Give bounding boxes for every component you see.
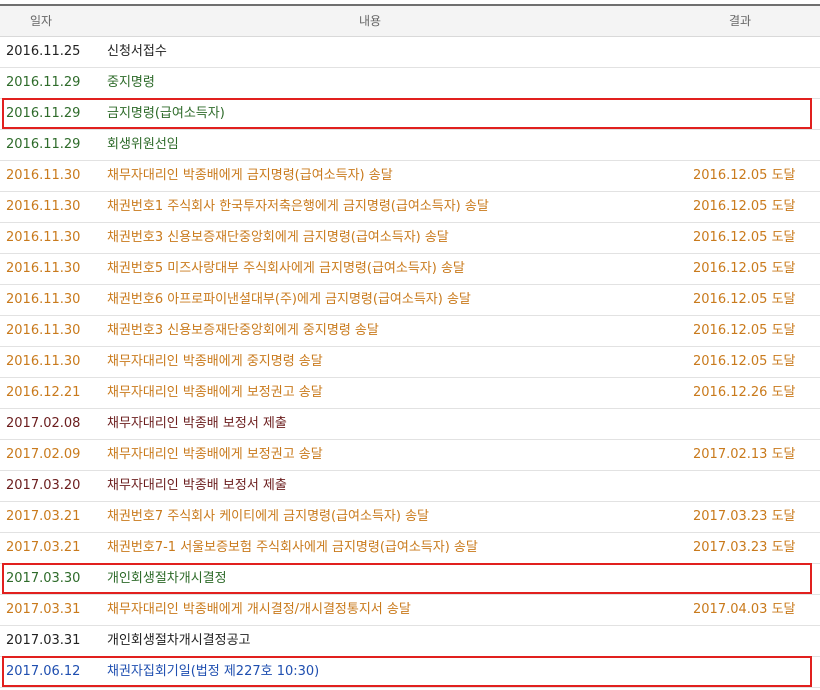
row-result [693,657,813,687]
row-date: 2016.11.29 [6,75,81,90]
row-result [693,564,813,594]
row-result: 2016.12.05 도달 [693,292,796,307]
row-result: 2016.12.05 도달 [693,168,796,183]
row-result: 2016.12.05 도달 [693,230,796,245]
table-row: 2017.03.20 채무자대리인 박종배 보정서 제출 [0,471,820,502]
row-result: 2016.12.26 도달 [693,385,796,400]
row-date: 2017.03.21 [6,540,81,555]
row-content[interactable]: 채무자대리인 박종배 보정서 제출 [107,409,687,439]
table-body: 2016.11.25 신청서접수 2016.11.29 중지명령 2016.11.29 금… [0,37,820,688]
row-content[interactable]: 회생위원선임 [107,130,687,160]
table-row: 2016.11.29 중지명령 [0,68,820,99]
row-content[interactable]: 채권번호6 아프로파이낸셜대부(주)에게 금지명령(급여소득자) 송달 [107,285,687,315]
table-row: 2016.11.25 신청서접수 [0,37,820,68]
row-content[interactable]: 채무자대리인 박종배에게 보정권고 송달 [107,378,687,408]
row-result: 2016.12.05 도달 [693,261,796,276]
row-date: 2016.11.29 [6,137,81,152]
row-content[interactable]: 금지명령(급여소득자) [107,99,687,129]
row-date: 2016.11.30 [6,292,81,307]
row-date: 2017.03.31 [6,602,81,617]
row-content[interactable]: 개인회생절차개시결정 [107,564,687,594]
row-date: 2017.03.31 [6,633,81,648]
row-date: 2017.02.09 [6,447,81,462]
table-row: 2017.02.08 채무자대리인 박종배 보정서 제출 [0,409,820,440]
table-row: 2017.03.31 개인회생절차개시결정공고 [0,626,820,657]
table-row: 2016.11.29 회생위원선임 [0,130,820,161]
row-content[interactable]: 중지명령 [107,68,687,98]
row-content[interactable]: 채권번호5 미즈사랑대부 주식회사에게 금지명령(급여소득자) 송달 [107,254,687,284]
case-progress-table: 일자 내용 결과 2016.11.25 신청서접수 2016.11.29 중지명령 20… [0,0,820,690]
header-content: 내용 [358,14,382,28]
row-date: 2016.11.30 [6,199,81,214]
row-result [693,471,813,501]
table-row: 2016.11.30 채무자대리인 박종배에게 중지명령 송달 2016.12.05… [0,347,820,378]
row-result [693,68,813,98]
table-row: 2016.11.30 채무자대리인 박종배에게 금지명령(급여소득자) 송달 201… [0,161,820,192]
row-date: 2017.03.21 [6,509,81,524]
row-content[interactable]: 채무자대리인 박종배에게 금지명령(급여소득자) 송달 [107,161,687,191]
table-row: 2017.03.30 개인회생절차개시결정 [0,563,820,595]
row-result: 2016.12.05 도달 [693,199,796,214]
row-date: 2016.11.30 [6,323,81,338]
header-result: 결과 [728,14,752,28]
row-result [693,130,813,160]
table-row: 2016.11.30 채권번호6 아프로파이낸셜대부(주)에게 금지명령(급여소득… [0,285,820,316]
row-content[interactable]: 채권번호1 주식회사 한국투자저축은행에게 금지명령(급여소득자) 송달 [107,192,687,222]
row-content[interactable]: 채권번호7-1 서울보증보험 주식회사에게 금지명령(급여소득자) 송달 [107,533,687,563]
table-header: 일자 내용 결과 [0,6,820,37]
row-result: 2017.03.23 도달 [693,509,796,524]
table-row: 2016.11.30 채권번호3 신용보증재단중앙회에게 중지명령 송달 2016.… [0,316,820,347]
header-date: 일자 [29,14,53,28]
row-result [693,409,813,439]
row-date: 2017.03.20 [6,478,81,493]
row-content[interactable]: 개인회생절차개시결정공고 [107,626,687,656]
table-row: 2016.12.21 채무자대리인 박종배에게 보정권고 송달 2016.12.26… [0,378,820,409]
table-row: 2016.11.29 금지명령(급여소득자) [0,98,820,130]
row-content[interactable]: 채무자대리인 박종배에게 중지명령 송달 [107,347,687,377]
table-row: 2016.11.30 채권번호1 주식회사 한국투자저축은행에게 금지명령(급여소… [0,192,820,223]
table-row: 2017.03.31 채무자대리인 박종배에게 개시결정/개시결정통지서 송달 20… [0,595,820,626]
row-date: 2016.11.30 [6,230,81,245]
row-content[interactable]: 채무자대리인 박종배에게 개시결정/개시결정통지서 송달 [107,595,687,625]
row-content[interactable]: 채무자대리인 박종배에게 보정권고 송달 [107,440,687,470]
row-result: 2016.12.05 도달 [693,354,796,369]
row-date: 2016.12.21 [6,385,81,400]
row-content[interactable]: 채권번호3 신용보증재단중앙회에게 금지명령(급여소득자) 송달 [107,223,687,253]
row-result [693,626,813,656]
row-result [693,99,813,129]
row-date: 2017.02.08 [6,416,81,431]
row-date: 2016.11.30 [6,354,81,369]
row-result: 2017.04.03 도달 [693,602,796,617]
table-row: 2017.02.09 채무자대리인 박종배에게 보정권고 송달 2017.02.13… [0,440,820,471]
row-date: 2017.06.12 [6,664,81,679]
row-date: 2016.11.30 [6,261,81,276]
row-date: 2016.11.25 [6,44,81,59]
table-row: 2017.06.12 채권자집회기일(법정 제227호 10:30) [0,656,820,688]
row-content[interactable]: 신청서접수 [107,37,687,67]
row-date: 2016.11.30 [6,168,81,183]
row-result: 2017.02.13 도달 [693,447,796,462]
table-row: 2017.03.21 채권번호7 주식회사 케이티에게 금지명령(급여소득자) 송… [0,502,820,533]
row-date: 2017.03.30 [6,571,81,586]
row-content[interactable]: 채권번호3 신용보증재단중앙회에게 중지명령 송달 [107,316,687,346]
row-date: 2016.11.29 [6,106,81,121]
row-content[interactable]: 채무자대리인 박종배 보정서 제출 [107,471,687,501]
row-result: 2017.03.23 도달 [693,540,796,555]
row-result [693,37,813,67]
table-row: 2016.11.30 채권번호3 신용보증재단중앙회에게 금지명령(급여소득자) … [0,223,820,254]
row-result: 2016.12.05 도달 [693,323,796,338]
row-content[interactable]: 채권번호7 주식회사 케이티에게 금지명령(급여소득자) 송달 [107,502,687,532]
table-row: 2017.03.21 채권번호7-1 서울보증보험 주식회사에게 금지명령(급여소… [0,533,820,564]
table-row: 2016.11.30 채권번호5 미즈사랑대부 주식회사에게 금지명령(급여소득자… [0,254,820,285]
row-content[interactable]: 채권자집회기일(법정 제227호 10:30) [107,657,687,687]
